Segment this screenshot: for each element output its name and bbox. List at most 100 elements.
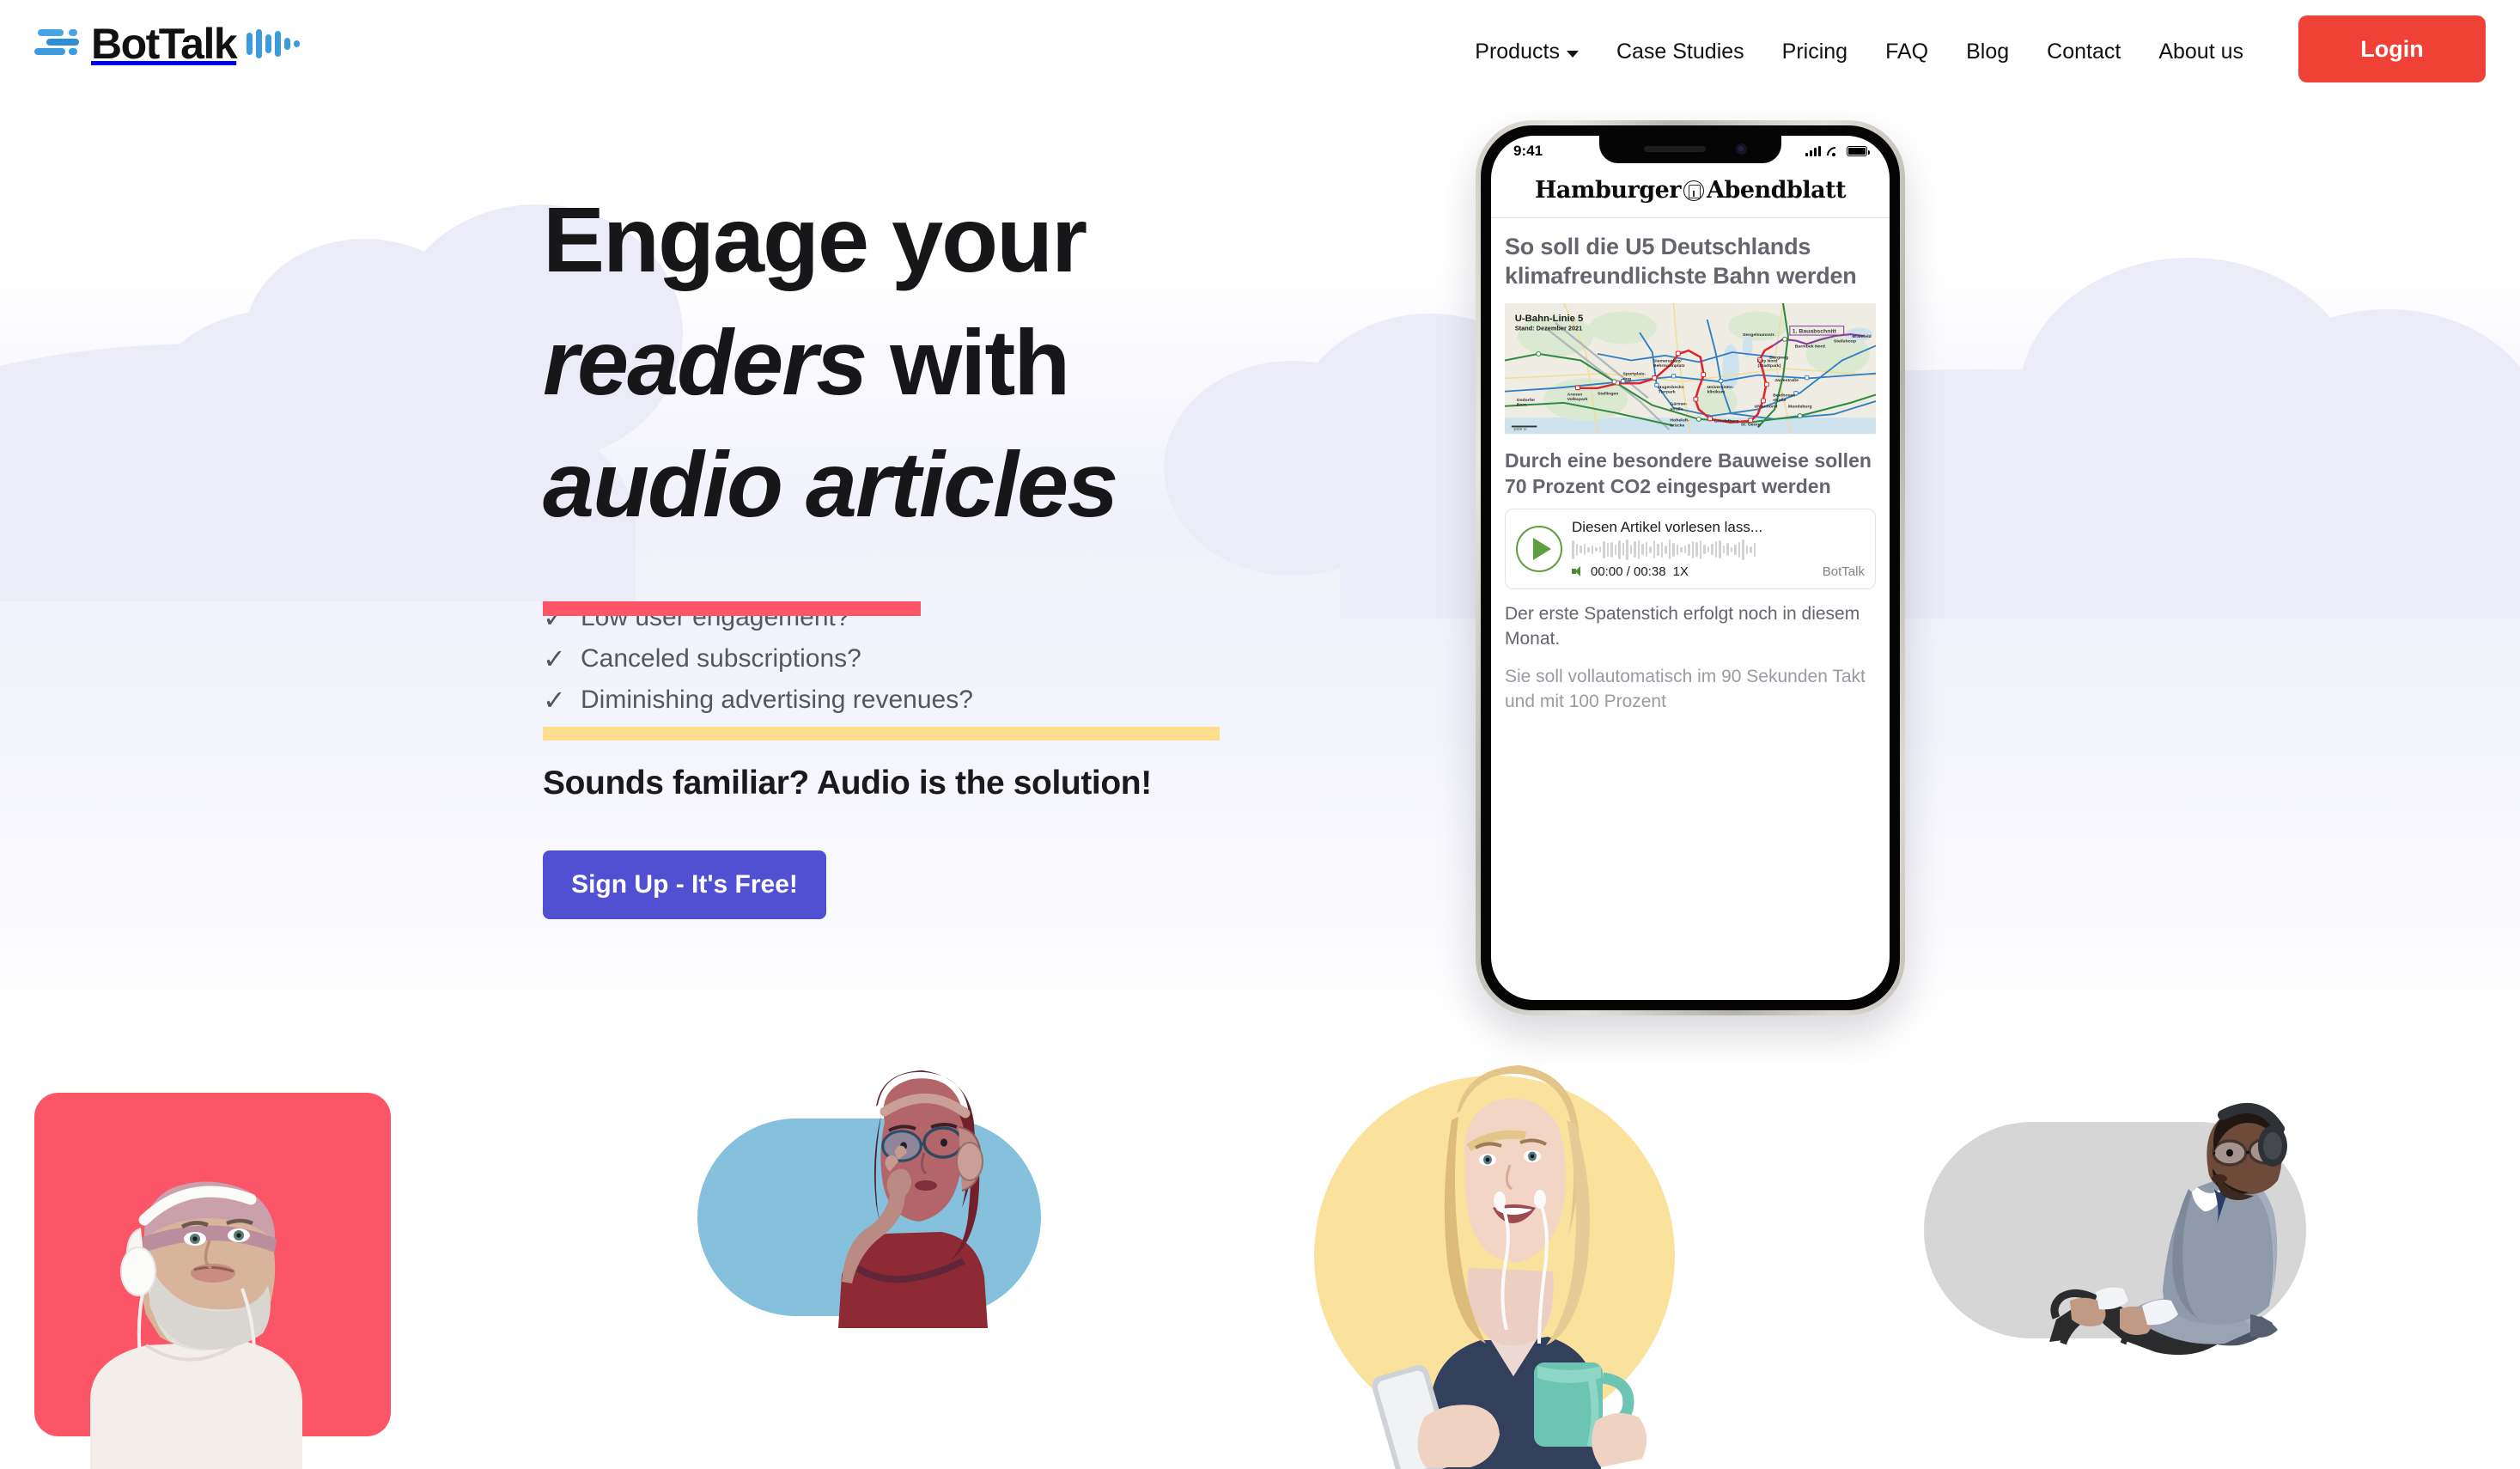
player-caption: Diesen Artikel vorlesen lass... <box>1572 518 1763 535</box>
svg-text:(Stadtpark): (Stadtpark) <box>1758 363 1781 369</box>
article-paragraph-1: Der erste Spatenstich erfolgt noch in di… <box>1505 603 1860 649</box>
headline-line-2-italic: readers <box>543 309 867 414</box>
nav-item-faq[interactable]: FAQ <box>1866 40 1947 64</box>
masthead-left-word: Hamburger <box>1534 177 1682 204</box>
logo-wave-icon <box>247 27 301 61</box>
nav-item-products[interactable]: Products <box>1456 40 1598 64</box>
svg-text:Stand: Dezember 2021: Stand: Dezember 2021 <box>1515 324 1582 332</box>
phone-mockup: 9:41 Hamburger Abendblatt So soll die U5… <box>1476 120 1905 1015</box>
chevron-down-icon <box>1566 50 1579 58</box>
nav-item-about-us[interactable]: About us <box>2140 40 2262 64</box>
svg-text:Barmbek Nord: Barmbek Nord <box>1795 344 1825 349</box>
audio-player[interactable]: Diesen Artikel vorlesen lass... 00:00 / … <box>1505 508 1876 589</box>
wifi-icon <box>1827 146 1841 156</box>
nav-item-contact[interactable]: Contact <box>2028 40 2140 64</box>
headline-yellow-underline <box>543 727 1220 741</box>
player-brand: BotTalk <box>1822 564 1865 579</box>
bottalk-waveform-logo-icon <box>34 27 82 61</box>
landing-page: BotTalk Products Case Studies Pricing FA… <box>0 0 2520 1469</box>
hero-content: Engage your readers with audio articles … <box>543 179 1402 919</box>
article-headline: So soll die U5 Deutschlands klimafreundl… <box>1505 234 1857 290</box>
play-icon[interactable] <box>1516 525 1562 572</box>
u-bahn-map-svg: 1. Bauabschnitt U-Bahn-Linie 5 Stand: De… <box>1505 302 1876 434</box>
player-meta: 00:00 / 00:38 1X BotTalk <box>1572 564 1865 579</box>
login-button[interactable]: Login <box>2298 15 2486 82</box>
svg-text:ring: ring <box>1622 376 1631 381</box>
headline-line-2: readers with <box>543 302 1402 424</box>
check-icon: ✓ <box>543 643 566 674</box>
phone-status-bar: 9:41 <box>1491 136 1890 167</box>
man-in-suit-on-bicycle <box>2049 1103 2287 1356</box>
list-item-label: Diminishing advertising revenues? <box>581 685 973 714</box>
svg-text:Volkspark: Volkspark <box>1567 397 1588 402</box>
blonde-woman-with-phone-and-mug <box>1372 1065 1647 1469</box>
svg-text:brücke: brücke <box>1670 423 1684 428</box>
headline-line-2-rest: with <box>866 309 1070 414</box>
nav-item-contact-label: Contact <box>2047 39 2121 64</box>
nav-item-faq-label: FAQ <box>1885 39 1929 64</box>
svg-text:U-Bahn-Linie 5: U-Bahn-Linie 5 <box>1515 314 1584 324</box>
list-item-label: Canceled subscriptions? <box>581 643 861 673</box>
svg-text:St. Georg: St. Georg <box>1741 422 1761 427</box>
woman-with-glasses-headphones <box>838 1070 988 1328</box>
svg-text:Uhlenhorst: Uhlenhorst <box>1755 404 1778 409</box>
svg-text:Bramfeld: Bramfeld <box>1853 334 1872 339</box>
svg-text:Mundsburg: Mundsburg <box>1788 404 1812 409</box>
svg-text:Sengelmannstr.: Sengelmannstr. <box>1743 332 1776 338</box>
nav-item-case-studies-label: Case Studies <box>1616 39 1744 64</box>
signup-button[interactable]: Sign Up - It's Free! <box>543 850 826 919</box>
newspaper-crest-icon <box>1683 180 1704 201</box>
volume-icon[interactable] <box>1572 565 1584 577</box>
svg-text:Grindelberg: Grindelberg <box>1713 418 1738 424</box>
article-body: So soll die U5 Deutschlands klimafreundl… <box>1491 232 1890 714</box>
brand-logo[interactable]: BotTalk <box>34 20 301 68</box>
status-indicators <box>1805 146 1870 156</box>
nav-item-blog-label: Blog <box>1966 39 2010 64</box>
article-paragraph-2: Sie soll vollautomatisch im 90 Sekunden … <box>1505 666 1866 711</box>
nav-item-pricing[interactable]: Pricing <box>1763 40 1866 64</box>
headline-line-1: Engage your <box>543 187 1087 291</box>
svg-text:Tierpark: Tierpark <box>1659 389 1676 394</box>
svg-text:Steilshoop: Steilshoop <box>1834 338 1856 344</box>
status-time: 9:41 <box>1513 143 1543 159</box>
nav-item-case-studies[interactable]: Case Studies <box>1598 40 1763 64</box>
article-subheadline: Durch eine besondere Bauweise sollen 70 … <box>1505 448 1872 498</box>
page-title: Engage your readers with audio articles <box>543 179 1402 546</box>
battery-full-icon <box>1847 146 1870 156</box>
headline-line-3: audio articles <box>543 432 1118 537</box>
player-details: Diesen Artikel vorlesen lass... 00:00 / … <box>1572 519 1865 579</box>
masthead-right-word: Abendblatt <box>1707 177 1847 204</box>
svg-text:1000 m: 1000 m <box>1513 427 1527 431</box>
svg-text:straße: straße <box>1773 398 1787 403</box>
list-item: ✓ Canceled subscriptions? <box>543 639 1402 679</box>
nav-item-about-us-label: About us <box>2158 39 2243 64</box>
cellular-signal-icon <box>1805 146 1821 156</box>
masthead-title: Hamburger Abendblatt <box>1505 177 1876 204</box>
newspaper-masthead: Hamburger Abendblatt <box>1491 167 1890 218</box>
bearded-man-with-headphones <box>90 1181 302 1469</box>
headline-red-underline <box>543 601 921 616</box>
u-bahn-map-image: 1. Bauabschnitt U-Bahn-Linie 5 Stand: De… <box>1505 302 1876 434</box>
nav-links: Products Case Studies Pricing FAQ Blog C… <box>1456 0 2262 103</box>
portrait-row <box>0 1057 2520 1469</box>
phone-screen: 9:41 Hamburger Abendblatt So soll die U5… <box>1491 136 1890 1000</box>
check-icon: ✓ <box>543 684 566 716</box>
audio-waveform-icon[interactable] <box>1572 539 1865 561</box>
list-item: ✓ Diminishing advertising revenues? <box>543 680 1402 720</box>
svg-text:straße: straße <box>1670 406 1683 411</box>
nav-item-products-label: Products <box>1475 39 1560 64</box>
play-triangle-icon <box>1532 537 1551 560</box>
svg-text:1. Bauabschnitt: 1. Bauabschnitt <box>1793 328 1837 334</box>
player-speed[interactable]: 1X <box>1673 564 1689 579</box>
svg-text:Stellingen: Stellingen <box>1598 391 1618 396</box>
phone-body: 9:41 Hamburger Abendblatt So soll die U5… <box>1481 125 1900 1010</box>
hero-subheadline: Sounds familiar? Audio is the solution! <box>543 764 1152 802</box>
nav-item-blog[interactable]: Blog <box>1947 40 2028 64</box>
nav-item-pricing-label: Pricing <box>1781 39 1848 64</box>
svg-text:Jarrestraße: Jarrestraße <box>1774 378 1799 383</box>
svg-text:Born: Born <box>1517 402 1527 407</box>
svg-text:klinikum: klinikum <box>1707 389 1726 394</box>
brand-name: BotTalk <box>91 20 238 68</box>
player-time: 00:00 / 00:38 <box>1591 564 1666 579</box>
phone-frame: 9:41 Hamburger Abendblatt So soll die U5… <box>1476 120 1905 1015</box>
